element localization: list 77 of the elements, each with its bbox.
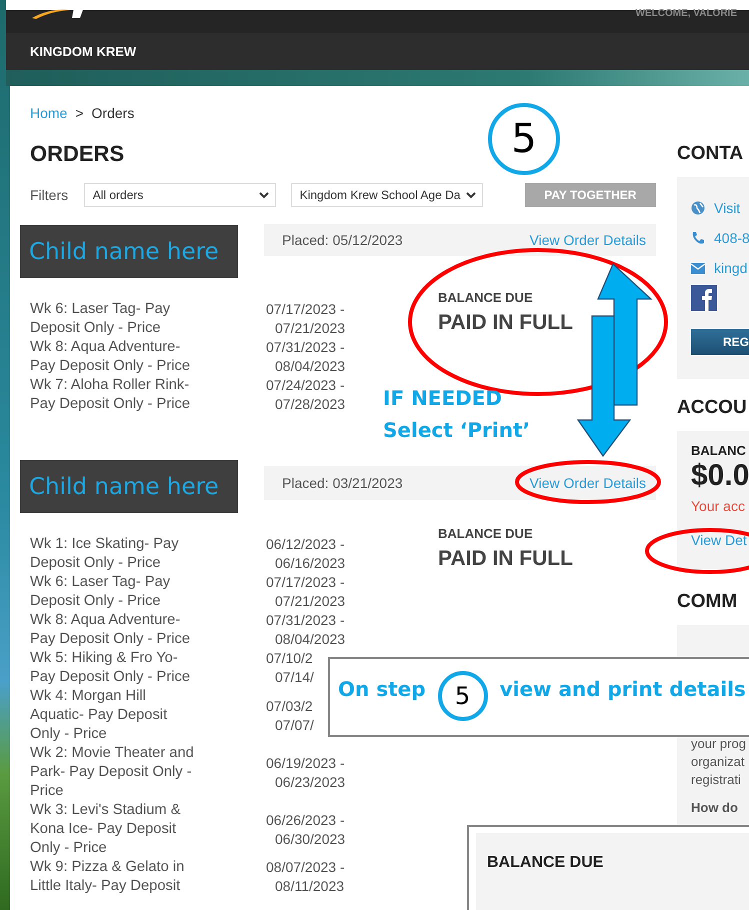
item-start-date: 08/07/2023 - bbox=[266, 858, 345, 877]
view-details-link[interactable]: View Det bbox=[691, 532, 747, 548]
item-name: Wk 7: Aloha Roller Rink- Pay Deposit Only - Price bbox=[30, 376, 191, 414]
item-end-date: 07/28/2023 bbox=[274, 395, 346, 414]
facebook-icon[interactable] bbox=[691, 285, 717, 311]
filter-dropdown[interactable]: Kingdom Krew School Age Da bbox=[290, 183, 483, 207]
balance-due-label: BALANCE DUE bbox=[438, 526, 533, 541]
balance-amount: $0.0 bbox=[691, 458, 749, 494]
item-start-date: 06/19/2023 - bbox=[266, 754, 345, 772]
contact-link[interactable]: 408-8 bbox=[714, 230, 749, 246]
item-end-date: 07/14/ bbox=[274, 668, 314, 687]
item-start-date: 07/17/2023 - bbox=[266, 573, 345, 592]
annotation-text: IF NEEDED bbox=[383, 386, 503, 410]
balance-status: PAID IN FULL bbox=[438, 547, 573, 571]
account-heading: ACCOU bbox=[677, 397, 748, 419]
placed-date: Placed: 03/21/2023 bbox=[282, 475, 403, 491]
item-end-date: 07/21/2023 bbox=[274, 592, 346, 611]
balance-status: PAID IN FULL bbox=[438, 311, 573, 335]
breadcrumb-text: > bbox=[75, 105, 84, 121]
item-start-date: 07/24/2023 - bbox=[266, 376, 345, 395]
step-number-badge: 5 bbox=[438, 671, 488, 721]
filter-dropdown[interactable]: All orders bbox=[84, 183, 276, 207]
item-end-date: 08/04/2023 bbox=[274, 357, 346, 376]
item-name: Wk 8: Aqua Adventure- Pay Deposit Only - Price bbox=[30, 338, 191, 376]
item-end-date: 06/23/2023 bbox=[274, 772, 346, 792]
mail-icon bbox=[691, 262, 705, 274]
annotation-text: Select ‘Print’ bbox=[383, 418, 530, 442]
register-button[interactable]: REG bbox=[691, 329, 749, 355]
balance-due-label: BALANCE DUE bbox=[487, 854, 604, 871]
balance-label: BALANC bbox=[691, 443, 746, 458]
callout-text: On step bbox=[338, 677, 426, 701]
balance-due-label: BALANCE DUE bbox=[438, 290, 533, 305]
globe-icon bbox=[691, 201, 705, 215]
item-name: Wk 9: Pizza & Gelato in Little Italy- Pay Deposit bbox=[30, 858, 186, 896]
callout-text: view and print details bbox=[500, 677, 746, 701]
phone-icon bbox=[691, 231, 705, 245]
item-start-date: 07/31/2023 - bbox=[266, 338, 345, 357]
step-number-badge: 5 bbox=[488, 103, 560, 175]
placed-date: Placed: 05/12/2023 bbox=[282, 232, 403, 248]
filters-label: Filters bbox=[30, 187, 70, 203]
child-name-label: Child name here bbox=[20, 225, 238, 278]
breadcrumb-link[interactable]: Home bbox=[30, 105, 68, 121]
item-name: Wk 6: Laser Tag- Pay Deposit Only - Price bbox=[30, 573, 172, 611]
faq-question: How do bbox=[691, 800, 738, 815]
view-order-details-link[interactable]: View Order Details bbox=[530, 232, 646, 248]
balance-note: Your acc bbox=[691, 498, 745, 514]
item-start-date: 07/17/2023 - bbox=[266, 300, 345, 319]
item-name: Wk 2: Movie Theater and Park- Pay Deposit Only - Price bbox=[30, 744, 195, 801]
item-start-date: 06/26/2023 - bbox=[266, 810, 345, 830]
item-end-date: 07/21/2023 bbox=[274, 319, 346, 338]
communications-heading: COMM bbox=[677, 591, 738, 613]
breadcrumb-text: Orders bbox=[92, 105, 134, 121]
item-start-date: 06/12/2023 - bbox=[266, 535, 345, 554]
item-name: Wk 8: Aqua Adventure- Pay Deposit Only - Price bbox=[30, 611, 191, 649]
contact-link[interactable]: kingd bbox=[714, 260, 748, 276]
page-title: ORDERS bbox=[30, 141, 126, 167]
item-start-date: 07/10/2 bbox=[266, 649, 313, 668]
faq-answer: your prog organizat registrati bbox=[691, 735, 746, 789]
chevron-icon bbox=[466, 192, 476, 198]
item-start-date: 07/31/2023 - bbox=[266, 611, 345, 630]
item-name: Wk 3: Levi's Stadium & Kona Ice- Pay Deposit Only - Price bbox=[30, 801, 182, 858]
child-name-label: Child name here bbox=[20, 460, 238, 513]
item-name: Wk 1: Ice Skating- Pay Deposit Only - Price bbox=[30, 535, 180, 573]
welcome-text: WELCOME, VALORIE bbox=[636, 8, 737, 19]
item-name: Wk 6: Laser Tag- Pay Deposit Only - Price bbox=[30, 300, 172, 338]
item-end-date: 08/04/2023 bbox=[274, 630, 346, 649]
item-name: Wk 5: Hiking & Fro Yo- Pay Deposit Only - Price bbox=[30, 649, 191, 687]
contact-heading: CONTA bbox=[677, 143, 744, 165]
item-end-date: 06/30/2023 bbox=[274, 830, 346, 848]
item-name: Wk 4: Morgan Hill Aquatic- Pay Deposit Only - Price bbox=[30, 687, 168, 744]
chevron-icon bbox=[258, 192, 269, 198]
item-end-date: 07/07/ bbox=[274, 716, 314, 734]
item-start-date: 07/03/2 bbox=[266, 696, 313, 716]
contact-link[interactable]: Visit bbox=[714, 200, 740, 216]
organization-name: KINGDOM KREW bbox=[30, 44, 136, 59]
item-end-date: 06/16/2023 bbox=[274, 554, 346, 573]
item-end-date: 08/11/2023 bbox=[274, 877, 344, 896]
